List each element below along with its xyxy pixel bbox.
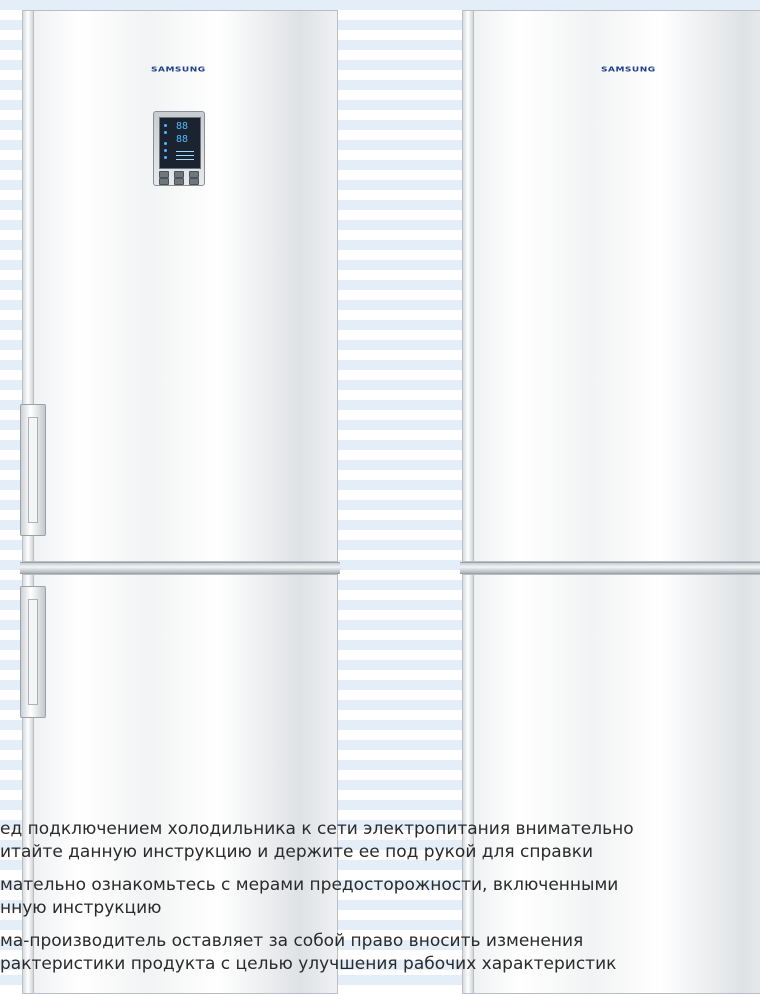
note-line: мательно ознакомьтесь с мерами предостор… bbox=[0, 875, 619, 895]
safety-notes: ед подключением холодильника к сети элек… bbox=[0, 818, 760, 976]
mode-indicator-line bbox=[176, 155, 194, 156]
brand-logo: SAMSUNG bbox=[601, 66, 656, 74]
fridge-temp-display: 88 bbox=[176, 121, 189, 132]
note-line: рактеристики продукта с целью улучшения … bbox=[0, 954, 617, 974]
indicator-dot bbox=[164, 142, 167, 145]
panel-button[interactable] bbox=[159, 178, 169, 185]
panel-button[interactable] bbox=[174, 178, 184, 185]
brand-logo: SAMSUNG bbox=[151, 66, 206, 74]
upper-door-handle[interactable] bbox=[20, 404, 46, 536]
fridge-right-upper-door: SAMSUNG bbox=[462, 10, 760, 562]
panel-button-row-lower bbox=[159, 178, 199, 185]
door-seam bbox=[460, 562, 760, 574]
door-seam bbox=[20, 562, 340, 574]
mode-indicator-line bbox=[176, 151, 194, 152]
indicator-dot bbox=[164, 124, 167, 127]
panel-button[interactable] bbox=[189, 178, 199, 185]
mode-indicator-line bbox=[176, 159, 194, 160]
panel-button[interactable] bbox=[174, 171, 184, 178]
indicator-dot bbox=[164, 156, 167, 159]
display-screen: 88 88 bbox=[159, 117, 201, 169]
note-line: ед подключением холодильника к сети элек… bbox=[0, 819, 634, 839]
note-line: ма-производитель оставляет за собой прав… bbox=[0, 931, 584, 951]
indicator-dot bbox=[164, 149, 167, 152]
control-panel: 88 88 bbox=[153, 111, 205, 186]
indicator-dot bbox=[164, 131, 167, 134]
panel-button-row-upper bbox=[159, 171, 199, 178]
panel-button[interactable] bbox=[159, 171, 169, 178]
lower-door-handle[interactable] bbox=[20, 586, 46, 718]
panel-button[interactable] bbox=[189, 171, 199, 178]
freezer-temp-display: 88 bbox=[176, 134, 189, 145]
note-line: итайте данную инструкцию и держите ее по… bbox=[0, 842, 594, 862]
door-hinge-strip bbox=[463, 11, 474, 561]
note-line: нную инструкцию bbox=[0, 898, 162, 918]
fridge-left-upper-door: SAMSUNG 88 88 bbox=[22, 10, 338, 562]
